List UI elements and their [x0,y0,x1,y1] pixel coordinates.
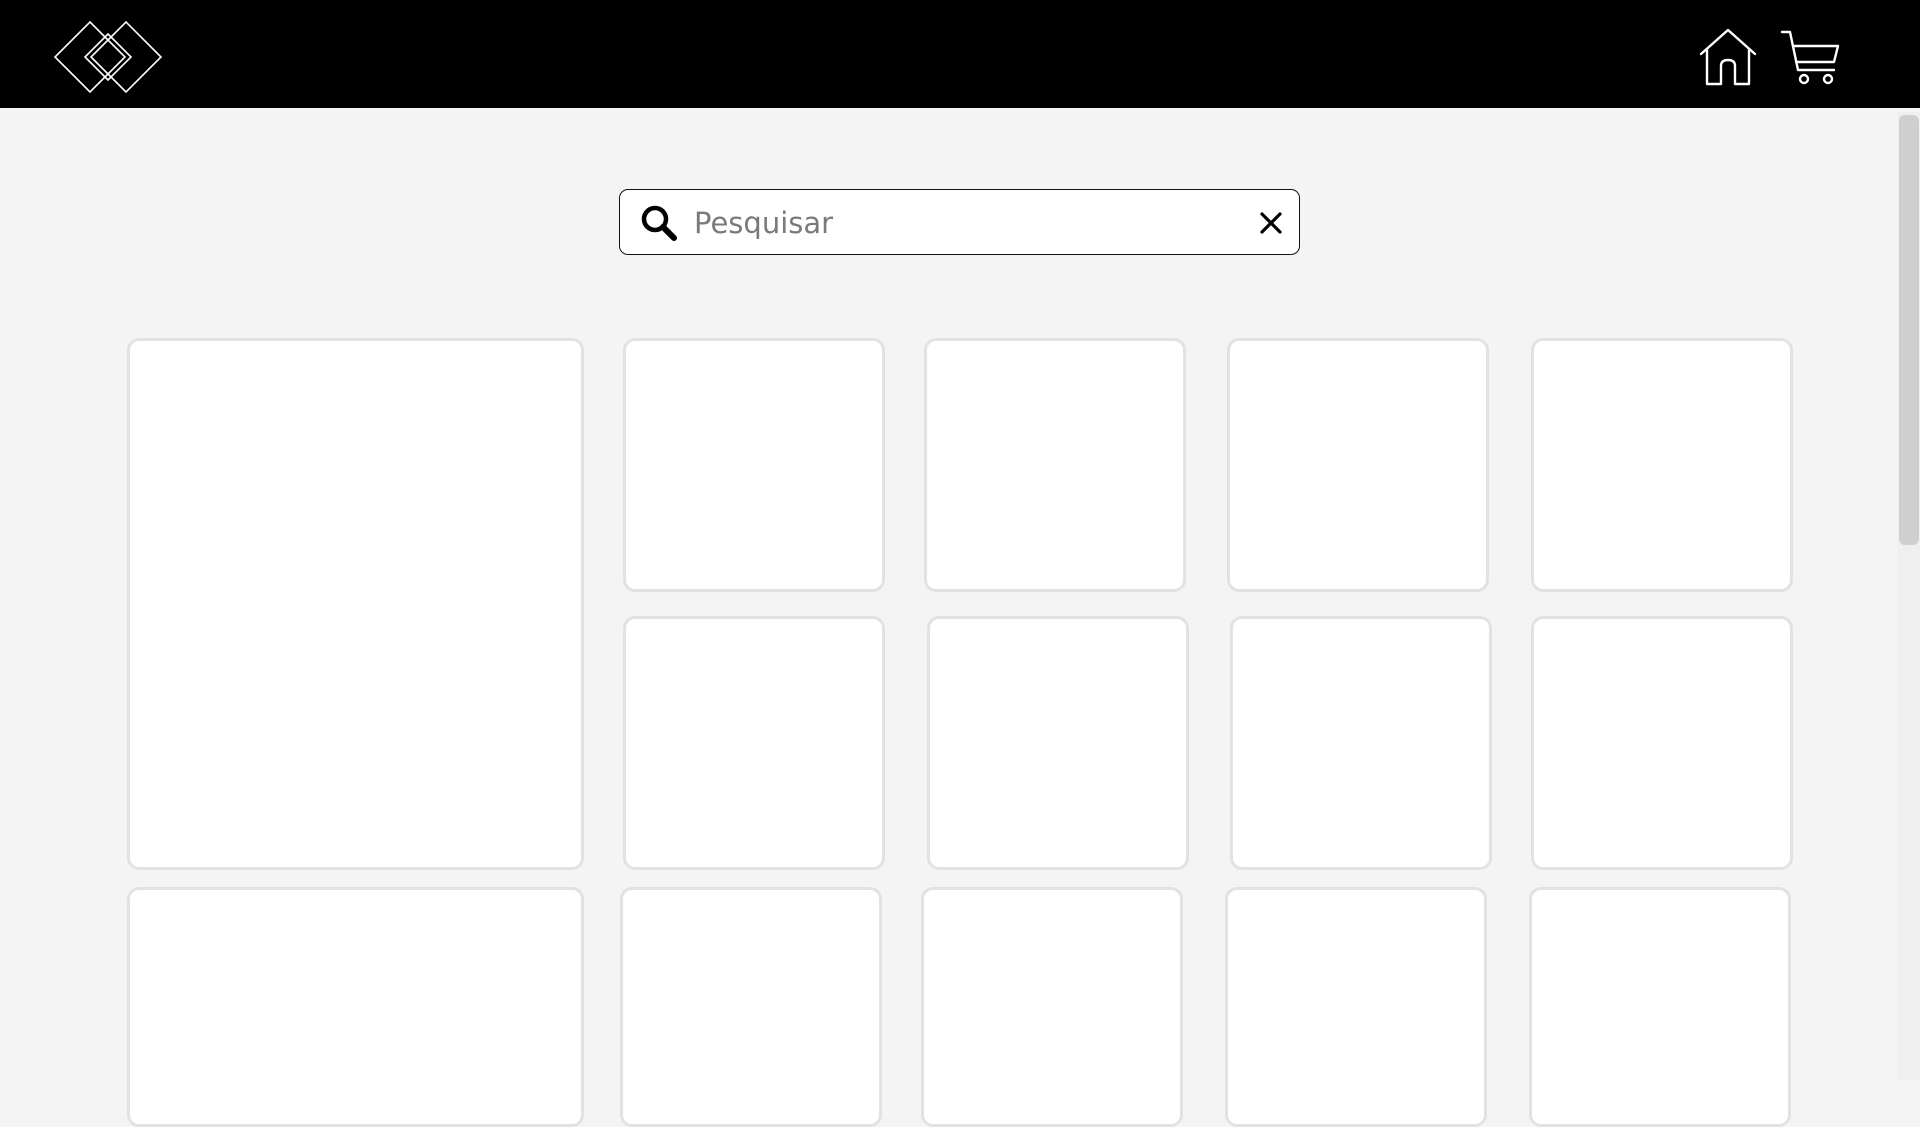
product-card[interactable] [620,887,882,1127]
product-card[interactable] [1227,338,1489,592]
search-icon[interactable] [640,204,678,242]
product-card-large[interactable] [127,887,584,1127]
cart-icon[interactable] [1780,26,1842,88]
scrollbar-thumb[interactable] [1899,115,1919,545]
home-icon[interactable] [1697,26,1759,88]
product-card[interactable] [1529,887,1791,1127]
product-card[interactable] [924,338,1186,592]
product-card[interactable] [1225,887,1487,1127]
product-card[interactable] [1531,616,1793,870]
product-card[interactable] [1230,616,1492,870]
top-navbar [0,0,1920,108]
logo-icon[interactable] [54,20,162,94]
product-card[interactable] [623,338,885,592]
product-card[interactable] [623,616,885,870]
search-input[interactable] [692,198,1216,248]
product-card[interactable] [927,616,1189,870]
close-icon[interactable] [1258,210,1284,236]
search-bar [619,189,1300,255]
product-card[interactable] [921,887,1183,1127]
product-card-large[interactable] [127,338,584,870]
product-card[interactable] [1531,338,1793,592]
